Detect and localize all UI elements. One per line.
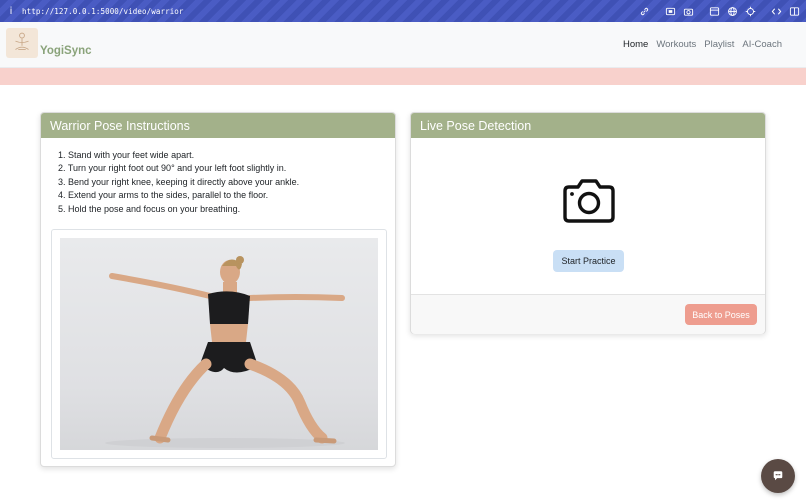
instructions-card: Warrior Pose Instructions 1. Stand with … bbox=[40, 112, 396, 467]
warrior-pose-photo bbox=[60, 238, 378, 450]
link-icon[interactable] bbox=[636, 3, 652, 19]
instruction-step: 5. Hold the pose and focus on your breat… bbox=[58, 203, 241, 214]
navbar: YogiSync Home Workouts Playlist AI-Coach bbox=[0, 22, 806, 68]
instruction-step: 3. Bend your right knee, keeping it dire… bbox=[58, 176, 300, 187]
chat-bubble-icon bbox=[773, 471, 783, 481]
detection-title: Live Pose Detection bbox=[411, 113, 765, 138]
sidebar-toggle-icon[interactable] bbox=[786, 3, 802, 19]
info-icon[interactable]: i bbox=[0, 6, 22, 17]
brand-name[interactable]: YogiSync bbox=[40, 45, 92, 57]
screenshot-icon[interactable] bbox=[662, 3, 678, 19]
main-nav: Home Workouts Playlist AI-Coach bbox=[623, 39, 782, 50]
banner-strip bbox=[0, 68, 806, 85]
browser-url-bar: i http://127.0.0.1:5000/video/warrior bbox=[0, 0, 806, 22]
window-icon[interactable] bbox=[706, 3, 722, 19]
url-text[interactable]: http://127.0.0.1:5000/video/warrior bbox=[22, 7, 184, 16]
nav-playlist[interactable]: Playlist bbox=[704, 39, 734, 50]
card-footer: Back to Poses bbox=[411, 294, 765, 334]
camera-icon bbox=[561, 179, 617, 223]
code-icon[interactable] bbox=[768, 3, 784, 19]
crosshair-icon[interactable] bbox=[742, 3, 758, 19]
instruction-steps: 1. Stand with your feet wide apart. 2. T… bbox=[41, 138, 395, 216]
back-to-poses-button[interactable]: Back to Poses bbox=[685, 304, 757, 325]
camera-small-icon[interactable] bbox=[680, 3, 696, 19]
instruction-step: 2. Turn your right foot out 90° and your… bbox=[58, 163, 287, 174]
instructions-title: Warrior Pose Instructions bbox=[41, 113, 395, 138]
live-detection-card: Live Pose Detection Start Practice Back … bbox=[410, 112, 766, 334]
yoga-logo-icon[interactable] bbox=[6, 28, 38, 58]
chat-button[interactable] bbox=[761, 459, 795, 493]
browser-toolbar bbox=[634, 0, 802, 22]
nav-home[interactable]: Home bbox=[623, 39, 648, 50]
globe-icon[interactable] bbox=[724, 3, 740, 19]
pose-image-frame bbox=[51, 229, 387, 459]
nav-workouts[interactable]: Workouts bbox=[656, 39, 696, 50]
start-practice-button[interactable]: Start Practice bbox=[553, 250, 624, 272]
instruction-step: 4. Extend your arms to the sides, parall… bbox=[58, 190, 269, 201]
instruction-step: 1. Stand with your feet wide apart. bbox=[58, 150, 195, 160]
nav-ai-coach[interactable]: AI-Coach bbox=[742, 39, 782, 50]
